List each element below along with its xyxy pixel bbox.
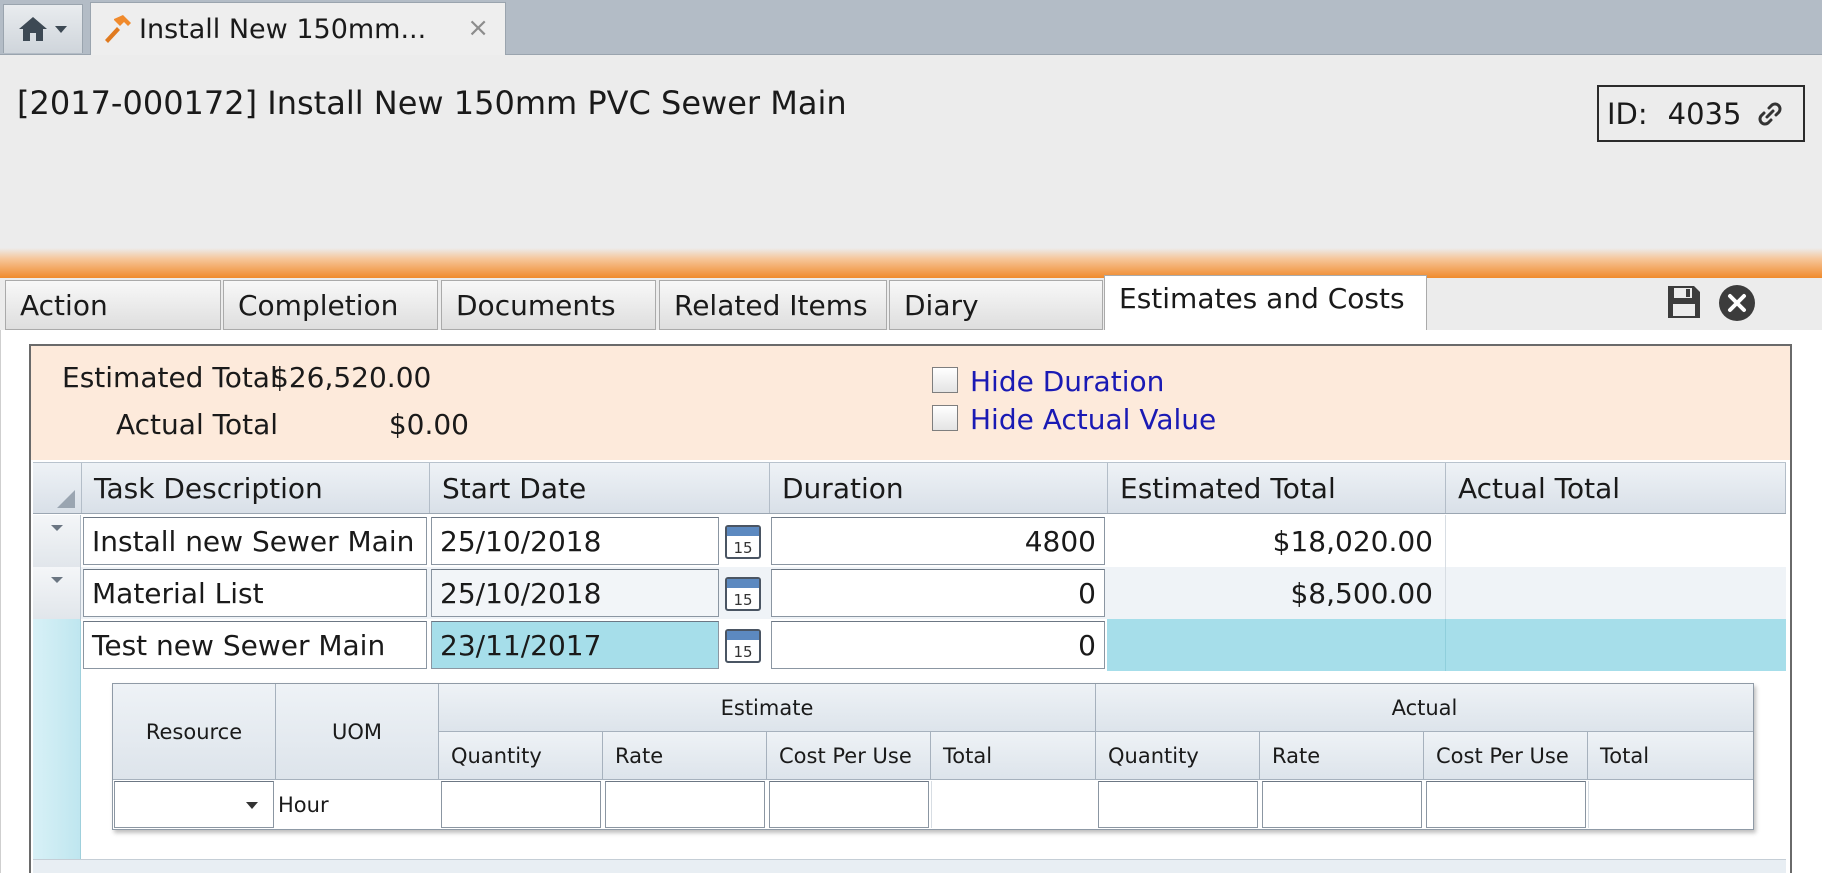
- actual-total-value: [1588, 781, 1753, 828]
- link-icon[interactable]: [1755, 99, 1785, 129]
- actual-cost-per-use-input[interactable]: [1426, 781, 1586, 828]
- tab-related-items[interactable]: Related Items: [659, 280, 887, 330]
- column-header-task-description[interactable]: Task Description: [81, 463, 429, 513]
- duration-field[interactable]: 0: [771, 621, 1105, 669]
- close-tab-icon[interactable]: ×: [467, 13, 489, 43]
- estimated-total-cell: $8,500.00: [1290, 576, 1433, 610]
- column-header-actual-total[interactable]: Total: [1588, 732, 1753, 780]
- estimated-total-label: Estimated Total: [62, 361, 278, 394]
- row-expand-toggle[interactable]: [33, 515, 81, 567]
- actual-quantity-input[interactable]: [1098, 781, 1258, 828]
- estimate-cost-per-use-input[interactable]: [769, 781, 929, 828]
- close-circle-icon[interactable]: [1718, 284, 1756, 322]
- select-all-corner-icon[interactable]: [33, 463, 81, 513]
- resource-dropdown[interactable]: [114, 781, 274, 828]
- id-label: ID:: [1607, 96, 1648, 131]
- calendar-icon[interactable]: 15: [725, 627, 761, 663]
- column-header-estimate-total[interactable]: Total: [931, 732, 1096, 780]
- chevron-down-icon: [51, 577, 63, 583]
- start-date-field[interactable]: 25/10/2018: [431, 569, 719, 617]
- svg-text:15: 15: [733, 539, 752, 557]
- estimated-total-value: $26,520.00: [271, 361, 432, 394]
- table-row[interactable]: Material List 25/10/2018 15 0 $8,500.00: [33, 567, 1786, 619]
- row-expand-toggle[interactable]: [33, 567, 81, 619]
- record-id-box: ID: 4035: [1597, 85, 1805, 142]
- tab-estimates-and-costs[interactable]: Estimates and Costs: [1104, 275, 1427, 331]
- header-accent-bar: [0, 248, 1822, 278]
- duration-field[interactable]: 0: [771, 569, 1105, 617]
- table-row[interactable]: Install new Sewer Main 25/10/2018 15 480…: [33, 515, 1786, 567]
- tab-documents[interactable]: Documents: [441, 280, 656, 330]
- actual-total-label: Actual Total: [116, 408, 279, 441]
- tab-diary[interactable]: Diary: [889, 280, 1103, 330]
- duration-field[interactable]: 4800: [771, 517, 1105, 565]
- task-description-field[interactable]: Install new Sewer Main: [83, 517, 427, 565]
- column-header-estimate-quantity[interactable]: Quantity: [439, 732, 603, 780]
- start-date-field[interactable]: 25/10/2018: [431, 517, 719, 565]
- chevron-down-icon: [246, 801, 258, 809]
- page-title: [2017-000172] Install New 150mm PVC Sewe…: [17, 84, 847, 122]
- hide-duration-checkbox[interactable]: [932, 367, 958, 393]
- resource-subgrid: Resource UOM Estimate Actual Quantity Ra…: [112, 683, 1754, 830]
- section-tabs: Action Completion Documents Related Item…: [0, 275, 1822, 331]
- tasks-grid-header: Task Description Start Date Duration Est…: [33, 462, 1786, 514]
- document-tab[interactable]: Install New 150mm... ×: [90, 2, 506, 55]
- estimate-rate-input[interactable]: [605, 781, 765, 828]
- column-header-actual-rate[interactable]: Rate: [1260, 732, 1424, 780]
- table-row[interactable]: Test new Sewer Main 23/11/2017 15 0: [33, 619, 1786, 671]
- estimated-total-cell: [1107, 619, 1445, 671]
- actual-total-cell: [1445, 619, 1786, 671]
- column-header-actual-cost-per-use[interactable]: Cost Per Use: [1424, 732, 1588, 780]
- task-description-field[interactable]: Material List: [83, 569, 427, 617]
- column-header-uom[interactable]: UOM: [276, 684, 439, 780]
- expanded-row-indicator: [33, 621, 81, 861]
- column-group-actual: Actual: [1096, 684, 1753, 732]
- estimate-total-value: [931, 781, 1096, 828]
- column-header-duration[interactable]: Duration: [769, 463, 1107, 513]
- id-value: 4035: [1667, 96, 1742, 131]
- estimated-total-cell: $18,020.00: [1272, 524, 1433, 558]
- column-header-actual-quantity[interactable]: Quantity: [1096, 732, 1260, 780]
- hammer-icon: [105, 15, 131, 43]
- column-header-actual-total[interactable]: Actual Total: [1445, 463, 1786, 513]
- column-header-estimate-rate[interactable]: Rate: [603, 732, 767, 780]
- svg-text:15: 15: [733, 591, 752, 609]
- column-header-start-date[interactable]: Start Date: [429, 463, 769, 513]
- column-header-estimate-cost-per-use[interactable]: Cost Per Use: [767, 732, 931, 780]
- actual-total-cell: [1445, 515, 1786, 567]
- svg-text:15: 15: [733, 643, 752, 661]
- actual-total-cell: [1445, 567, 1786, 619]
- hide-actual-value-checkbox[interactable]: [932, 405, 958, 431]
- actual-rate-input[interactable]: [1262, 781, 1422, 828]
- chevron-down-icon: [55, 26, 67, 33]
- start-date-field[interactable]: 23/11/2017: [431, 621, 719, 669]
- home-icon: [19, 17, 47, 41]
- column-header-resource[interactable]: Resource: [113, 684, 276, 780]
- calendar-icon[interactable]: 15: [725, 575, 761, 611]
- save-icon[interactable]: [1666, 284, 1702, 320]
- totals-summary: Estimated Total $26,520.00 Actual Total …: [31, 346, 1790, 460]
- hide-actual-value-label[interactable]: Hide Actual Value: [970, 403, 1216, 436]
- calendar-icon[interactable]: 15: [725, 523, 761, 559]
- actual-total-value: $0.00: [388, 408, 469, 441]
- home-menu-button[interactable]: [3, 4, 83, 53]
- grid-footer: [33, 859, 1786, 873]
- hide-duration-label[interactable]: Hide Duration: [970, 365, 1164, 398]
- column-header-estimated-total[interactable]: Estimated Total: [1107, 463, 1445, 513]
- document-tab-label: Install New 150mm...: [139, 13, 427, 45]
- chevron-down-icon: [51, 525, 63, 531]
- document-tab-strip: Install New 150mm... ×: [0, 0, 1822, 55]
- estimate-quantity-input[interactable]: [441, 781, 601, 828]
- task-description-field[interactable]: Test new Sewer Main: [83, 621, 427, 669]
- uom-value: Hour: [278, 792, 329, 817]
- tab-completion[interactable]: Completion: [223, 280, 438, 330]
- tab-action[interactable]: Action: [5, 280, 221, 330]
- column-group-estimate: Estimate: [439, 684, 1096, 732]
